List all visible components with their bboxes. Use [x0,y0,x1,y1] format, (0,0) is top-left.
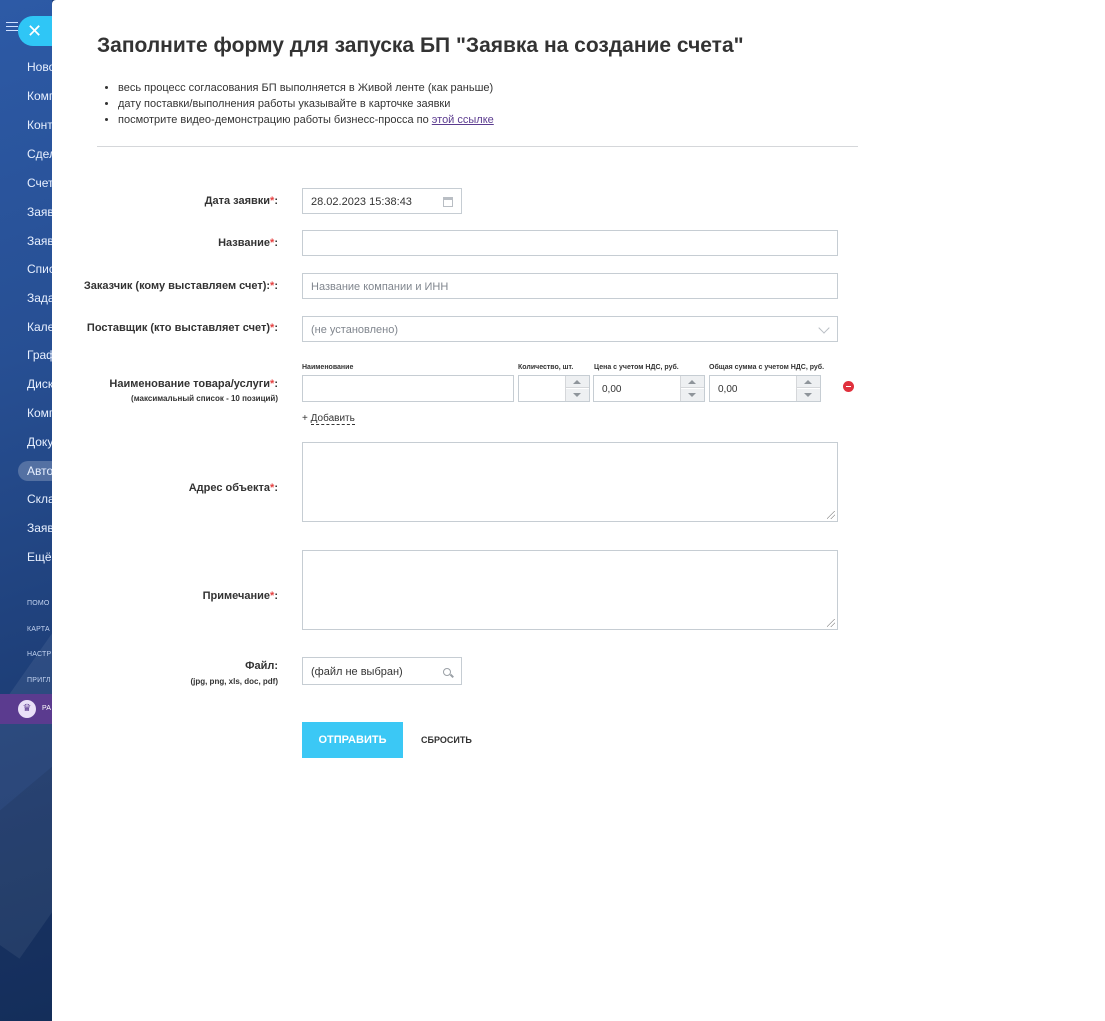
left-sidebar: Ново Комп Конт Сдел Счет Заяв Заяв Спис … [0,0,52,1021]
add-prefix: + [302,413,308,424]
menu-icon[interactable] [6,22,18,32]
divider [97,146,858,147]
sidebar-link[interactable]: НАСТР [27,651,51,658]
column-header-quantity: Количество, шт. [518,364,574,371]
note-text: посмотрите видео-демонстрацию работы биз… [118,114,432,126]
sidebar-item[interactable]: Доку [27,435,52,449]
customer-label: Заказчик (кому выставляем счет):*: [83,280,278,292]
sidebar-item[interactable]: Счет [27,176,52,190]
sidebar-link[interactable]: ПРИГЛ [27,677,51,684]
goods-sublabel: (максимальный список - 10 позиций) [131,394,278,403]
sidebar-item[interactable]: Ново [27,60,52,74]
column-header-total: Общая сумма с учетом НДС, руб. [709,364,825,371]
search-icon[interactable] [443,668,451,676]
note-label: Примечание*: [202,590,278,602]
name-field[interactable] [302,230,838,256]
goods-name-input[interactable] [302,375,514,402]
date-value: 28.02.2023 15:38:43 [311,196,412,208]
sidebar-item[interactable]: Граф [27,348,52,362]
chevron-down-icon [818,322,830,334]
promo-label: РА [42,705,51,712]
sidebar-item[interactable]: Сдел [27,147,52,161]
supplier-select[interactable]: (не установлено) [302,316,838,342]
supplier-label: Поставщик (кто выставляет счет)*: [86,322,278,334]
increment-button[interactable] [681,376,704,388]
total-stepper[interactable]: 0,00 [709,375,821,402]
sidebar-item[interactable]: Зада [27,291,52,305]
file-value: (файл не выбран) [311,666,403,678]
sidebar-item-more[interactable]: Ещё [27,550,52,564]
customer-field[interactable]: Название компании и ИНН [302,273,838,299]
reset-button[interactable]: СБРОСИТЬ [421,722,472,758]
close-slider-button[interactable]: ✕ [18,16,52,46]
add-row-link[interactable]: + Добавить [302,413,355,425]
file-label: Файл: (jpg, png, xls, doc, pdf) [190,660,278,686]
address-textarea[interactable] [302,442,838,522]
sidebar-item-active[interactable]: Авто [27,464,52,478]
sidebar-item[interactable]: Заяв [27,521,52,535]
file-picker[interactable]: (файл не выбран) [302,657,462,685]
sidebar-item[interactable]: Комп [27,406,52,420]
decrement-button[interactable] [681,389,704,401]
page-title: Заполните форму для запуска БП "Заявка н… [97,34,744,57]
note-item: дату поставки/выполнения работы указывай… [118,96,494,112]
supplier-value: (не установлено) [311,324,398,336]
column-header-name: Наименование [302,364,354,371]
file-sublabel: (jpg, png, xls, doc, pdf) [190,677,278,686]
sidebar-promo[interactable]: ♛ РА [0,694,52,724]
note-item: весь процесс согласования БП выполняется… [118,80,494,96]
sidebar-item[interactable]: Заяв [27,205,52,219]
sidebar-link[interactable]: ПОМО [27,600,50,607]
sidebar-item[interactable]: Заяв [27,234,52,248]
resize-handle[interactable] [827,511,835,519]
sidebar-item[interactable]: Кале [27,320,52,334]
info-notes: весь процесс согласования БП выполняется… [118,80,494,128]
resize-handle[interactable] [827,619,835,627]
sidebar-item[interactable]: Спис [27,262,52,276]
goods-label: Наименование товара/услуги*: (максимальн… [109,378,278,403]
date-label: Дата заявки*: [204,195,278,207]
form-panel: Заполните форму для запуска БП "Заявка н… [52,0,1105,1021]
price-stepper[interactable]: 0,00 [593,375,705,402]
sidebar-item[interactable]: Диск [27,377,52,391]
crown-icon: ♛ [18,700,36,718]
increment-button[interactable] [566,376,589,388]
column-header-price: Цена с учетом НДС, руб. [594,364,679,371]
date-field[interactable]: 28.02.2023 15:38:43 [302,188,462,214]
name-label: Название*: [218,237,278,249]
increment-button[interactable] [797,376,820,388]
add-label[interactable]: Добавить [310,413,355,425]
note-item-with-link: посмотрите видео-демонстрацию работы биз… [118,112,494,128]
address-label: Адрес объекта*: [188,482,278,494]
submit-button[interactable]: ОТПРАВИТЬ [302,722,403,758]
quantity-stepper[interactable] [518,375,590,402]
video-demo-link[interactable]: этой ссылке [432,114,494,126]
sidebar-item[interactable]: Комп [27,89,52,103]
sidebar-link[interactable]: КАРТА [27,626,50,633]
decrement-button[interactable] [797,389,820,401]
decrement-button[interactable] [566,389,589,401]
sidebar-item[interactable]: Скла [27,492,52,506]
delete-row-icon[interactable] [843,381,854,392]
sidebar-item[interactable]: Конт [27,118,52,132]
note-textarea[interactable] [302,550,838,630]
close-icon: ✕ [27,21,43,41]
customer-placeholder: Название компании и ИНН [311,281,449,293]
calendar-icon[interactable] [443,197,453,207]
